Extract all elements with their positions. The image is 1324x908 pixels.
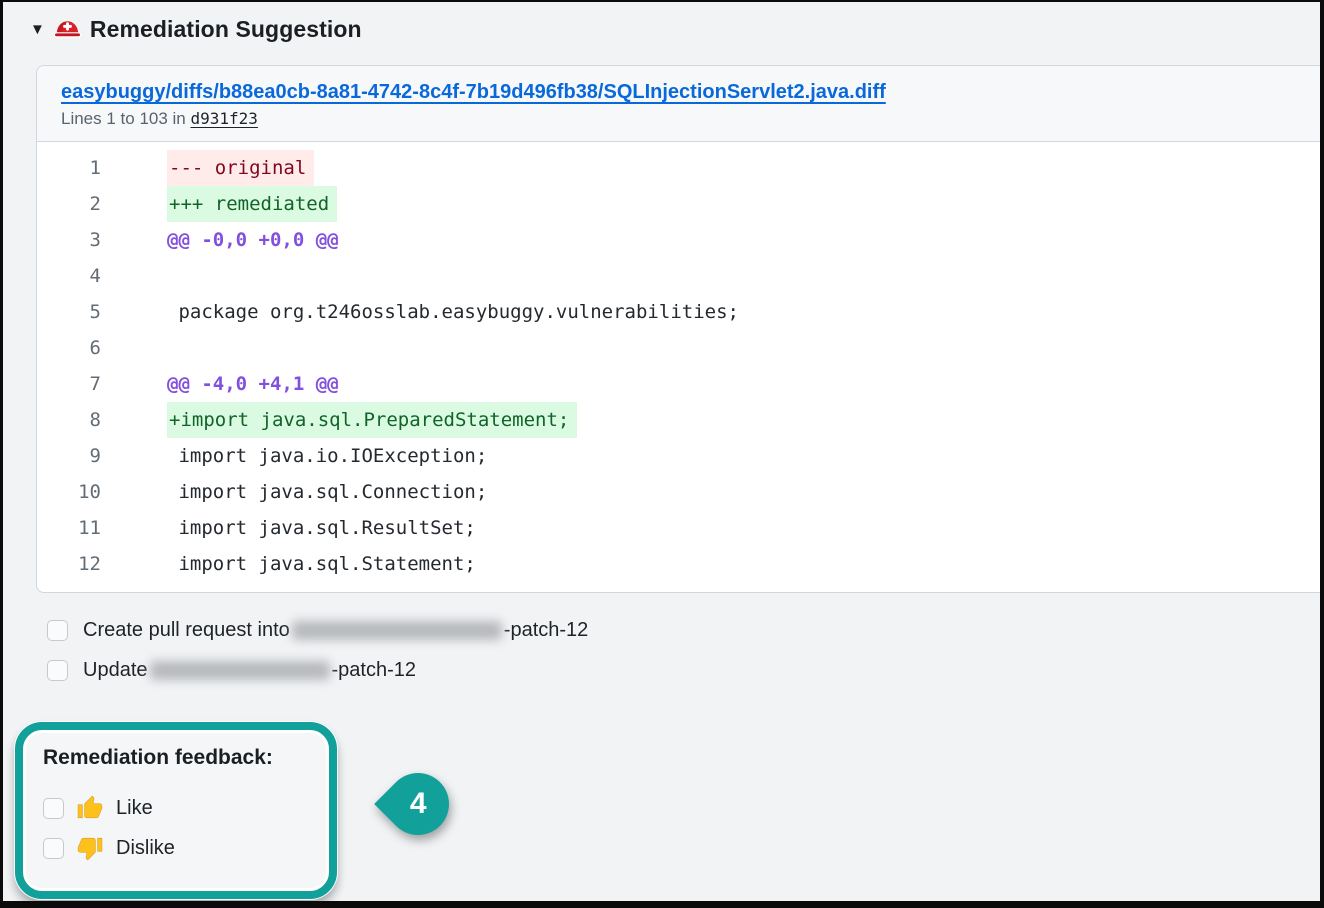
snippet-line-range: Lines 1 to 103 in d931f23 [61,109,1300,129]
remediation-section-header: ▼ Remediation Suggestion [3,2,1320,43]
update-branch-row[interactable]: Update -patch-12 [47,659,1320,682]
code-line: 1 --- original [37,150,1320,186]
update-branch-checkbox[interactable] [47,660,68,681]
snippet-file-header: easybuggy/diffs/b88ea0cb-8a81-4742-8c4f-… [37,66,1320,142]
line-text: import java.sql.Connection; [167,474,493,510]
line-number: 4 [37,258,101,294]
line-text: @@ -0,0 +0,0 @@ [167,222,345,258]
thumbs-up-icon [77,795,103,821]
screenshot-frame: ▼ Remediation Suggestion easybuggy/diffs… [0,0,1324,908]
code-line: 9 import java.io.IOException; [37,438,1320,474]
diff-file-link[interactable]: easybuggy/diffs/b88ea0cb-8a81-4742-8c4f-… [61,81,886,104]
annotation-number: 4 [410,787,427,821]
line-text: --- original [167,150,314,186]
line-number: 7 [37,366,101,402]
like-checkbox[interactable] [43,798,64,819]
line-number: 6 [37,330,101,366]
line-number: 10 [37,474,101,510]
line-text: package org.t246osslab.easybuggy.vulnera… [167,294,745,330]
pr-actions: Create pull request into -patch-12 Updat… [47,619,1320,682]
create-pr-label: Create pull request into -patch-12 [83,619,588,642]
annotation-balloon-4: 4 [387,773,451,837]
code-line: 10 import java.sql.Connection; [37,474,1320,510]
feedback-highlight-box: Remediation feedback: Like Dislike [15,722,337,899]
collapse-caret-icon[interactable]: ▼ [30,22,45,37]
create-pr-checkbox[interactable] [47,620,68,641]
line-number: 12 [37,546,101,582]
feedback-options: Like Dislike [43,795,329,861]
code-line: 11 import java.sql.ResultSet; [37,510,1320,546]
like-label: Like [116,797,153,820]
dislike-row[interactable]: Dislike [43,835,329,861]
line-text: +++ remediated [167,186,337,222]
code-line: 2 +++ remediated [37,186,1320,222]
update-branch-label: Update -patch-12 [83,659,416,682]
code-line: 12 import java.sql.Statement; [37,546,1320,582]
line-number: 9 [37,438,101,474]
line-number: 11 [37,510,101,546]
line-number: 8 [37,402,101,438]
like-row[interactable]: Like [43,795,329,821]
line-text: @@ -4,0 +4,1 @@ [167,366,345,402]
redacted-branch-name [292,621,502,640]
line-number: 1 [37,150,101,186]
code-line: 8 +import java.sql.PreparedStatement; [37,402,1320,438]
section-title: Remediation Suggestion [90,16,362,43]
line-text: import java.sql.Statement; [167,546,482,582]
line-number: 3 [37,222,101,258]
line-text: +import java.sql.PreparedStatement; [167,402,577,438]
dislike-checkbox[interactable] [43,838,64,859]
diff-code-block: 1 --- original 2 +++ remediated 3 @@ -0,… [37,142,1320,592]
thumbs-down-icon [77,835,103,861]
code-line: 7 @@ -4,0 +4,1 @@ [37,366,1320,402]
feedback-title: Remediation feedback: [43,746,329,770]
code-line: 6 [37,330,1320,366]
line-number: 5 [37,294,101,330]
code-line: 4 [37,258,1320,294]
line-text: import java.sql.ResultSet; [167,510,482,546]
redacted-branch-name [150,661,330,680]
line-range-text: Lines 1 to 103 in [61,109,190,128]
rescue-helmet-icon [54,16,81,43]
annotation-teardrop-shape: 4 [374,760,462,848]
line-text: import java.io.IOException; [167,438,493,474]
line-number: 2 [37,186,101,222]
create-pr-row[interactable]: Create pull request into -patch-12 [47,619,1320,642]
code-line: 5 package org.t246osslab.easybuggy.vulne… [37,294,1320,330]
code-line: 3 @@ -0,0 +0,0 @@ [37,222,1320,258]
dislike-label: Dislike [116,837,175,860]
commit-sha-link[interactable]: d931f23 [190,109,257,128]
code-snippet-card: easybuggy/diffs/b88ea0cb-8a81-4742-8c4f-… [36,65,1320,593]
